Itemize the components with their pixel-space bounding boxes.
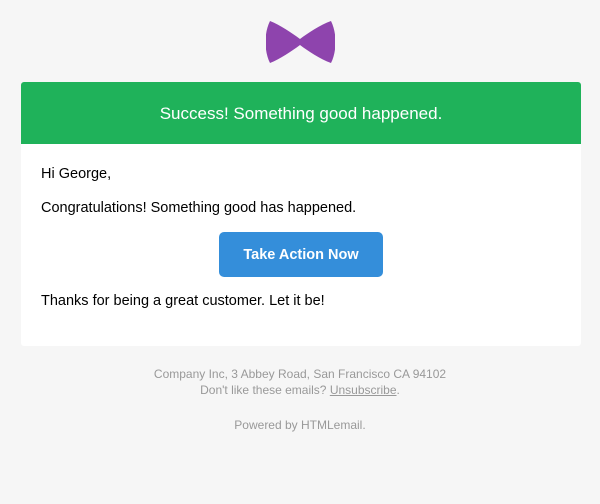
closing-text: Thanks for being a great customer. Let i… xyxy=(41,293,325,309)
take-action-button[interactable]: Take Action Now xyxy=(219,232,383,277)
footer-unsubscribe-line: Don't like these emails? Unsubscribe. xyxy=(0,382,600,399)
bowtie-logo-svg xyxy=(266,21,335,63)
message-text: Congratulations! Something good has happ… xyxy=(41,200,357,216)
greeting-text: Hi George, xyxy=(41,166,112,182)
unsubscribe-link[interactable]: Unsubscribe xyxy=(330,383,397,397)
unsubscribe-prefix: Don't like these emails? xyxy=(200,383,330,397)
footer-address: Company Inc, 3 Abbey Road, San Francisco… xyxy=(153,367,447,381)
footer-powered-by: Powered by HTMLemail. xyxy=(234,418,366,432)
email-card: Success! Something good happened. Hi Geo… xyxy=(21,82,581,346)
success-banner: Success! Something good happened. xyxy=(21,82,581,144)
unsubscribe-suffix: . xyxy=(396,383,400,397)
success-banner-text: Success! Something good happened. xyxy=(159,103,443,123)
bowtie-icon xyxy=(266,21,335,63)
take-action-button-label: Take Action Now xyxy=(243,246,359,263)
